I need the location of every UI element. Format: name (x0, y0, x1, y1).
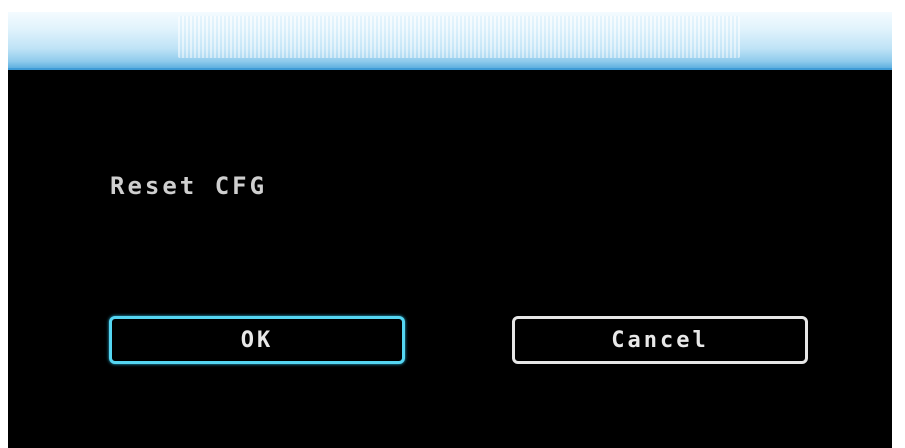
title-bar-highlight (178, 16, 740, 58)
ok-button[interactable]: OK (109, 316, 405, 364)
cancel-button-label: Cancel (611, 327, 709, 353)
ok-button-label: OK (240, 327, 274, 353)
reset-config-dialog: Reset CFG OK Cancel (8, 12, 892, 448)
cancel-button[interactable]: Cancel (512, 316, 808, 364)
dialog-title-bar (8, 12, 892, 70)
dialog-message: Reset CFG (110, 172, 268, 200)
